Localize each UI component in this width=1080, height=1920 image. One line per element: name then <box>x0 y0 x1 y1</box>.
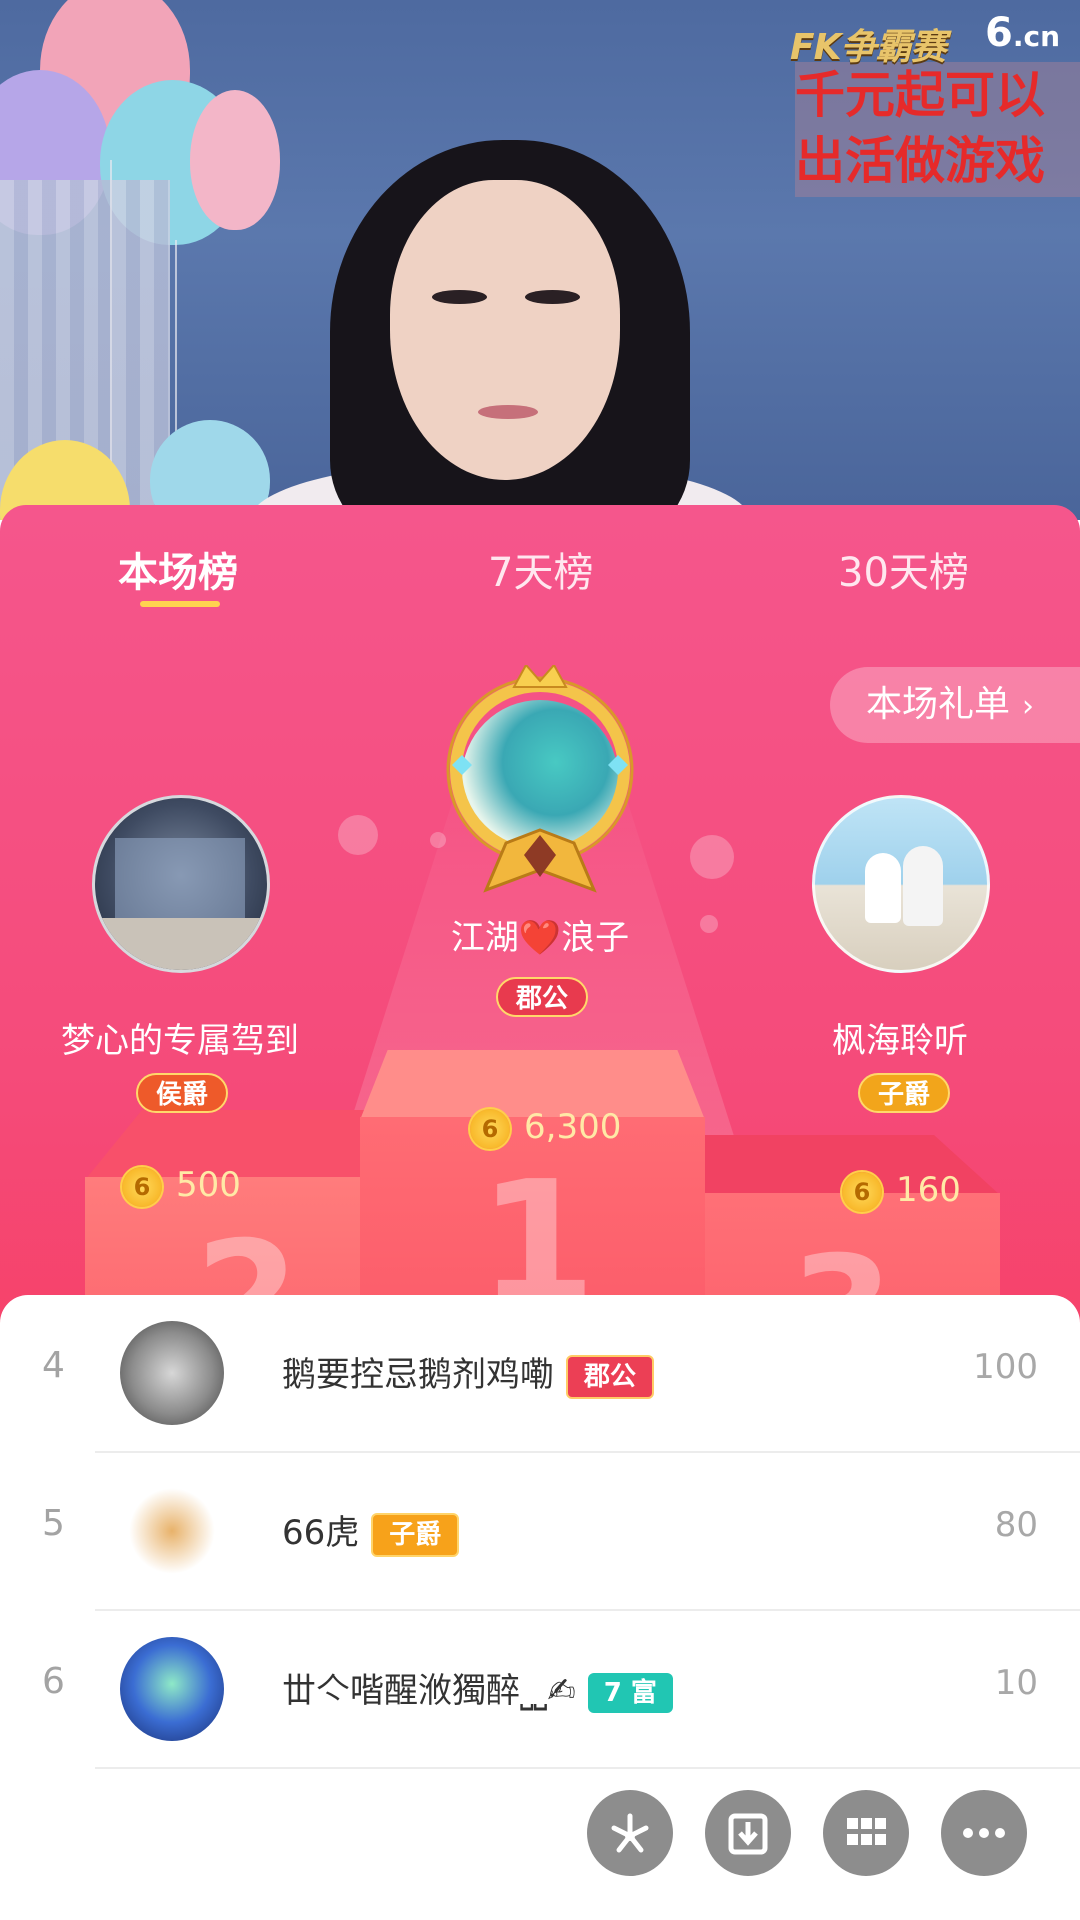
overlay-line-2: 出活做游戏 <box>795 132 1045 190</box>
avatar[interactable] <box>120 1479 224 1583</box>
avatar[interactable] <box>120 1637 224 1741</box>
more-icon <box>963 1828 1005 1838</box>
list-item[interactable]: 6 丗亽喈醒浟獨醉⎵⎵✍ 7 富 10 <box>0 1611 1080 1769</box>
decor-bubble <box>338 815 378 855</box>
share-button[interactable] <box>587 1790 673 1876</box>
list-item[interactable]: 5 66虎 子爵 80 <box>0 1453 1080 1611</box>
user-name: 鹅要控忌鹅剂鸡嘞 <box>282 1355 554 1395</box>
user-name-line: 丗亽喈醒浟獨醉⎵⎵✍ 7 富 <box>282 1663 673 1713</box>
more-button[interactable] <box>941 1790 1027 1876</box>
chevron-right-icon: › <box>1022 689 1035 724</box>
second-place-title-badge: 侯爵 <box>136 1073 228 1113</box>
coin-icon: 6 <box>470 1108 510 1149</box>
balloon <box>190 90 280 230</box>
third-place-score-value: 160 <box>896 1170 961 1210</box>
first-place-name: 江湖❤️浪子 <box>450 918 630 958</box>
rank-number: 4 <box>42 1345 65 1386</box>
title-badge: 子爵 <box>371 1512 460 1557</box>
download-icon <box>728 1813 768 1855</box>
tab-session[interactable]: 本场榜 <box>118 540 238 598</box>
download-button[interactable] <box>705 1790 791 1876</box>
user-name-line: 鹅要控忌鹅剂鸡嘞 郡公 <box>282 1347 655 1399</box>
first-place-score: 6 6,300 <box>470 1107 621 1149</box>
third-place-score: 6 160 <box>842 1170 961 1212</box>
user-name-line: 66虎 子爵 <box>282 1505 460 1557</box>
apps-button[interactable] <box>823 1790 909 1876</box>
balloon-string <box>110 160 112 500</box>
site-logo: 6.cn <box>985 10 1060 56</box>
decor-bubble <box>690 835 734 879</box>
wealth-level-badge: 7 富 <box>587 1672 673 1713</box>
rank-number: 5 <box>42 1503 65 1544</box>
third-place-title-badge: 子爵 <box>858 1073 950 1113</box>
tab-30-days[interactable]: 30天榜 <box>838 540 969 598</box>
title-badge: 郡公 <box>566 1354 655 1399</box>
avatar[interactable] <box>120 1321 224 1425</box>
third-place-name: 枫海聆听 <box>832 1021 968 1061</box>
overlay-line-1: 千元起可以 <box>795 66 1045 124</box>
crown-frame-icon <box>446 665 634 893</box>
third-place-avatar[interactable] <box>812 795 990 973</box>
coin-icon: 6 <box>842 1171 882 1212</box>
decor-bubble <box>700 915 718 933</box>
user-name: 66虎 <box>282 1513 360 1553</box>
second-place-score-value: 500 <box>176 1165 241 1205</box>
divider <box>95 1767 1080 1769</box>
first-place-score-value: 6,300 <box>524 1107 622 1147</box>
ranking-list: 4 鹅要控忌鹅剂鸡嘞 郡公 100 5 66虎 子爵 80 6 丗亽喈醒浟獨醉⎵⎵✍… <box>0 1295 1080 1920</box>
tab-7-days[interactable]: 7天榜 <box>488 540 593 598</box>
list-item[interactable]: 4 鹅要控忌鹅剂鸡嘞 郡公 100 <box>0 1295 1080 1453</box>
gift-list-button[interactable]: 本场礼单 › <box>830 667 1080 743</box>
second-place-name: 梦心的专属驾到 <box>61 1021 299 1061</box>
second-place-avatar[interactable] <box>92 795 270 973</box>
fk-logo: FK争霸赛 <box>790 27 946 68</box>
site-logo-main: 6 <box>985 10 1013 56</box>
stream-overlay-text: 千元起可以 出活做游戏 <box>795 62 1080 197</box>
grid-icon <box>847 1818 886 1845</box>
live-video[interactable]: 千元起可以 出活做游戏 FK争霸赛 6.cn <box>0 0 1080 520</box>
user-score: 10 <box>994 1663 1038 1703</box>
user-score: 80 <box>994 1505 1038 1545</box>
site-logo-suffix: .cn <box>1012 20 1061 53</box>
first-place-title-badge: 郡公 <box>496 977 588 1017</box>
user-score: 100 <box>973 1347 1038 1387</box>
user-name: 丗亽喈醒浟獨醉⎵⎵✍ <box>282 1671 576 1711</box>
share-icon <box>611 1813 649 1853</box>
second-place-score: 6 500 <box>122 1165 241 1207</box>
streamer-face <box>390 180 620 480</box>
coin-icon: 6 <box>122 1166 162 1207</box>
active-tab-indicator <box>140 601 220 607</box>
gift-list-label: 本场礼单 <box>866 684 1011 725</box>
rank-number: 6 <box>42 1661 65 1702</box>
